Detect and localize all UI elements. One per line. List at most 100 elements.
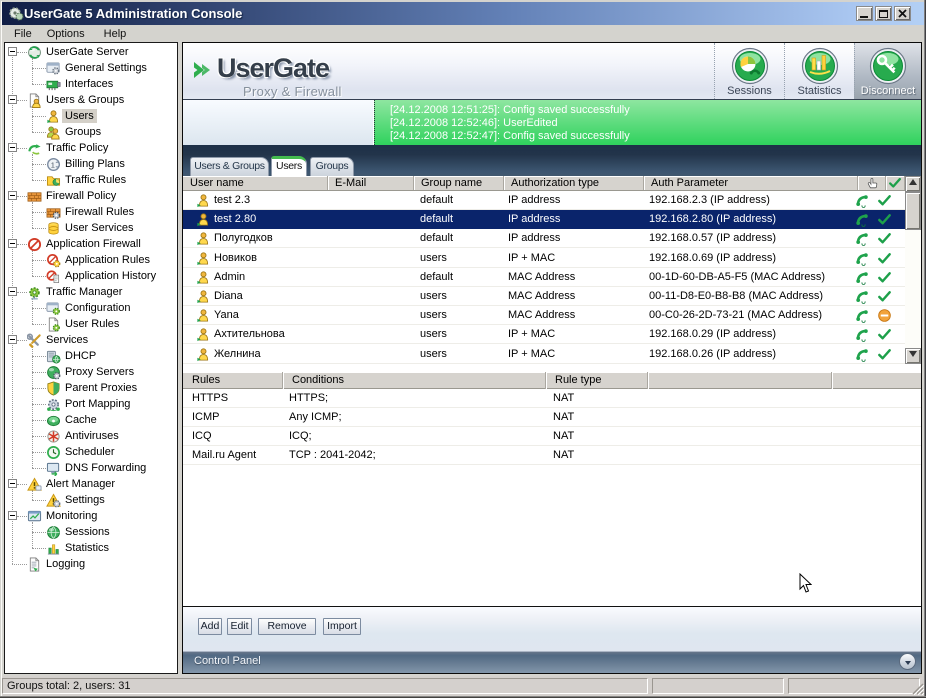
minimize-button[interactable] [856,6,873,21]
tree-expand-box[interactable] [8,143,17,152]
user-row[interactable]: test 2.80defaultIP address192.168.2.80 (… [183,210,905,229]
tree-item-general-settings[interactable]: General Settings [5,60,177,76]
tree-item-configuration[interactable]: Configuration [5,300,177,316]
tree-item-application-firewall[interactable]: Application Firewall [5,236,177,252]
edit-button[interactable]: Edit [227,618,252,635]
rule-row[interactable]: Mail.ru AgentTCP : 2041-2042;NAT [183,446,921,465]
tree-item-logging[interactable]: Logging [5,556,177,572]
tree-connector [12,564,27,565]
tree-expand-box[interactable] [8,511,17,520]
users-col-auth-parameter[interactable]: Auth Parameter [644,176,858,190]
users-col-authorization-type[interactable]: Authorization type [504,176,644,190]
rule-row[interactable]: ICMPAny ICMP;NAT [183,408,921,427]
users-scrollbar[interactable] [905,176,921,364]
tab-groups[interactable]: Groups [310,157,354,176]
add-button[interactable]: Add [198,618,222,635]
menu-help[interactable]: Help [99,27,132,41]
tree-expand-box[interactable] [8,479,17,488]
tree-item-interfaces[interactable]: Interfaces [5,76,177,92]
tree-item-billing-plans[interactable]: 1Billing Plans [5,156,177,172]
tree-item-sessions[interactable]: Sessions [5,524,177,540]
user-group: users [420,309,447,321]
tree-expand-box[interactable] [8,335,17,344]
users-col-connection[interactable] [858,176,886,190]
tree-item-statistics[interactable]: Statistics [5,540,177,556]
remove-button[interactable]: Remove [258,618,316,635]
user-row[interactable]: test 2.3defaultIP address192.168.2.3 (IP… [183,191,905,210]
users-groups-icon [27,93,42,108]
control-panel-collapse-button[interactable] [899,653,916,670]
tree-item-dns-forwarding[interactable]: DNS Forwarding [5,460,177,476]
scroll-up-button[interactable] [905,176,921,192]
user-row[interactable]: ПолугодковdefaultIP address192.168.0.57 … [183,229,905,248]
tree-expand-box[interactable] [8,239,17,248]
tree-item-groups[interactable]: Groups [5,124,177,140]
tree-item-services[interactable]: Services [5,332,177,348]
rules-col-conditions[interactable]: Conditions [283,372,546,389]
tree-expand-box[interactable] [8,287,17,296]
tree-item-proxy-servers[interactable]: Proxy Servers [5,364,177,380]
menu-options[interactable]: Options [42,27,90,41]
rule-row[interactable]: ICQICQ;NAT [183,427,921,446]
maximize-button[interactable] [875,6,892,21]
user-row[interactable]: DianausersMAC Address00-11-D8-E0-B8-B8 (… [183,287,905,306]
toolbar-button-statistics[interactable]: Statistics [784,43,854,99]
title-bar[interactable]: UserGate 5 Administration Console [2,2,924,25]
rule-conditions: ICQ; [289,430,312,442]
traffic-policy-icon [27,141,42,156]
phone-icon [855,270,870,285]
tree-expand-box[interactable] [8,47,17,56]
user-auth-type: IP + MAC [508,348,555,360]
user-row[interactable]: АхтительноваusersIP + MAC192.168.0.29 (I… [183,325,905,344]
rules-col-rule-type[interactable]: Rule type [546,372,648,389]
scroll-thumb[interactable] [905,192,921,230]
tree-item-user-rules[interactable]: User Rules [5,316,177,332]
tree-item-firewall-policy[interactable]: Firewall Policy [5,188,177,204]
tree-item-traffic-manager[interactable]: Traffic Manager [5,284,177,300]
tree-item-users[interactable]: Users [5,108,177,124]
tree-item-cache[interactable]: Cache [5,412,177,428]
menu-file[interactable]: File [9,27,37,41]
tree-item-usergate-server[interactable]: UserGate Server [5,44,177,60]
user-row[interactable]: ЖелнинаusersIP + MAC192.168.0.26 (IP add… [183,345,905,364]
tree-item-user-services[interactable]: User Services [5,220,177,236]
users-col-e-mail[interactable]: E-Mail [328,176,414,190]
tab-users-groups[interactable]: Users & Groups [190,157,269,176]
tree-item-application-rules[interactable]: Application Rules [5,252,177,268]
tab-users[interactable]: Users [271,156,307,176]
tree-item-traffic-rules[interactable]: Traffic Rules [5,172,177,188]
rule-row[interactable]: HTTPSHTTPS;NAT [183,389,921,408]
import-button[interactable]: Import [323,618,361,635]
tree-item-firewall-rules[interactable]: Firewall Rules [5,204,177,220]
tree-item-antiviruses[interactable]: Antiviruses [5,428,177,444]
user-row[interactable]: AdmindefaultMAC Address00-1D-60-DB-A5-F5… [183,268,905,287]
tree-item-dhcp[interactable]: DHCP [5,348,177,364]
tree-item-parent-proxies[interactable]: Parent Proxies [5,380,177,396]
tree-item-users-groups[interactable]: Users & Groups [5,92,177,108]
rules-col-empty[interactable] [648,372,832,389]
toolbar-button-sessions[interactable]: Sessions [714,43,784,99]
rule-name: ICQ [192,430,212,442]
tree-item-port-mapping[interactable]: Port Mapping [5,396,177,412]
user-auth-type: MAC Address [508,271,575,283]
resize-grip[interactable] [911,682,924,695]
tree-item-settings[interactable]: Settings [5,492,177,508]
rules-col-rules[interactable]: Rules [183,372,283,389]
user-row[interactable]: YanausersMAC Address00-C0-26-2D-73-21 (M… [183,306,905,325]
toolbar-button-disconnect[interactable]: Disconnect [854,43,921,99]
close-button[interactable] [894,6,911,21]
tree-expand-box[interactable] [8,95,17,104]
tree-item-monitoring[interactable]: Monitoring [5,508,177,524]
tree-expand-box[interactable] [8,191,17,200]
tree-item-scheduler[interactable]: Scheduler [5,444,177,460]
tree-item-application-history[interactable]: Application History [5,268,177,284]
tree-item-traffic-policy[interactable]: Traffic Policy [5,140,177,156]
scroll-down-button[interactable] [905,348,921,364]
tree-item-alert-manager[interactable]: Alert Manager [5,476,177,492]
users-col-status[interactable] [886,176,905,190]
statistics-bars-icon [801,47,839,88]
control-panel-bar[interactable]: Control Panel [183,651,921,673]
users-col-group-name[interactable]: Group name [414,176,504,190]
users-col-user-name[interactable]: User name [183,176,328,190]
user-row[interactable]: НовиковusersIP + MAC192.168.0.69 (IP add… [183,249,905,268]
